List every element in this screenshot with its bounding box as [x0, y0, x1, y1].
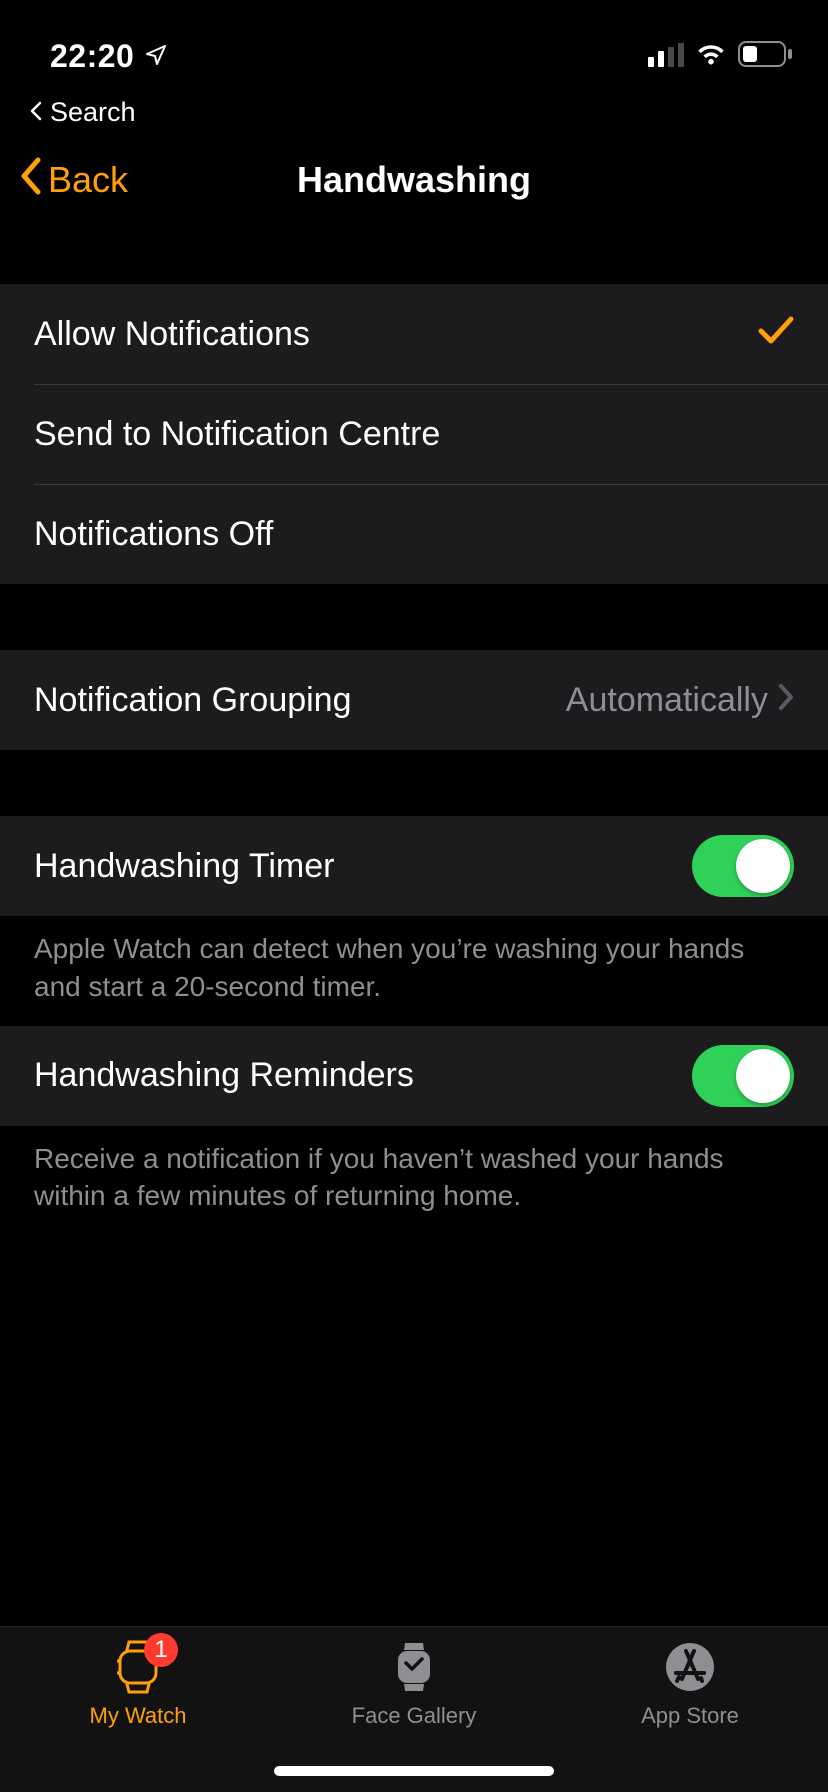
handwashing-reminders-desc: Receive a notification if you haven’t wa… — [0, 1126, 828, 1236]
tab-app-store[interactable]: App Store — [552, 1637, 828, 1766]
app-store-icon — [664, 1637, 716, 1697]
chevron-left-icon — [18, 156, 44, 205]
handwashing-reminders-label: Handwashing Reminders — [34, 1056, 414, 1095]
location-icon — [144, 38, 168, 75]
status-bar: 22:20 — [0, 0, 828, 88]
section-notification-options: Allow Notifications Send to Notification… — [0, 284, 828, 584]
handwashing-timer-toggle[interactable] — [692, 835, 794, 897]
battery-icon — [738, 38, 794, 75]
face-gallery-icon — [390, 1637, 438, 1697]
breadcrumb[interactable]: Search — [0, 88, 828, 136]
tab-face-gallery-label: Face Gallery — [352, 1703, 477, 1729]
send-notification-centre-label: Send to Notification Centre — [34, 415, 440, 454]
notification-grouping-label: Notification Grouping — [34, 681, 352, 720]
status-time: 22:20 — [50, 38, 134, 75]
row-allow-notifications[interactable]: Allow Notifications — [0, 284, 828, 384]
my-watch-badge: 1 — [144, 1633, 178, 1667]
breadcrumb-label: Search — [50, 97, 136, 128]
watch-icon: 1 — [112, 1637, 164, 1697]
home-indicator[interactable] — [274, 1766, 554, 1776]
tab-my-watch[interactable]: 1 My Watch — [0, 1637, 276, 1766]
back-button[interactable]: Back — [18, 156, 128, 205]
row-notifications-off[interactable]: Notifications Off — [0, 484, 828, 584]
status-right — [648, 38, 794, 75]
notifications-off-label: Notifications Off — [34, 515, 273, 554]
cellular-icon — [648, 38, 684, 75]
content: Allow Notifications Send to Notification… — [0, 224, 828, 1235]
section-grouping: Notification Grouping Automatically — [0, 650, 828, 750]
row-send-notification-centre[interactable]: Send to Notification Centre — [0, 384, 828, 484]
notification-grouping-value: Automatically — [566, 681, 768, 720]
chevron-right-icon — [778, 681, 794, 720]
wifi-icon — [694, 38, 728, 75]
row-handwashing-timer: Handwashing Timer — [0, 816, 828, 916]
handwashing-timer-desc: Apple Watch can detect when you’re washi… — [0, 916, 828, 1026]
tab-face-gallery[interactable]: Face Gallery — [276, 1637, 552, 1766]
section-handwashing-timer: Handwashing Timer — [0, 816, 828, 916]
tab-my-watch-label: My Watch — [90, 1703, 187, 1729]
handwashing-timer-label: Handwashing Timer — [34, 847, 334, 886]
nav-header: Back Handwashing — [0, 136, 828, 224]
row-handwashing-reminders: Handwashing Reminders — [0, 1026, 828, 1126]
section-handwashing-reminders: Handwashing Reminders — [0, 1026, 828, 1126]
row-notification-grouping[interactable]: Notification Grouping Automatically — [0, 650, 828, 750]
back-label: Back — [48, 159, 128, 201]
handwashing-reminders-toggle[interactable] — [692, 1045, 794, 1107]
check-icon — [758, 315, 794, 354]
allow-notifications-label: Allow Notifications — [34, 315, 310, 354]
tab-app-store-label: App Store — [641, 1703, 739, 1729]
breadcrumb-back-icon — [28, 97, 44, 128]
status-left: 22:20 — [50, 38, 168, 75]
